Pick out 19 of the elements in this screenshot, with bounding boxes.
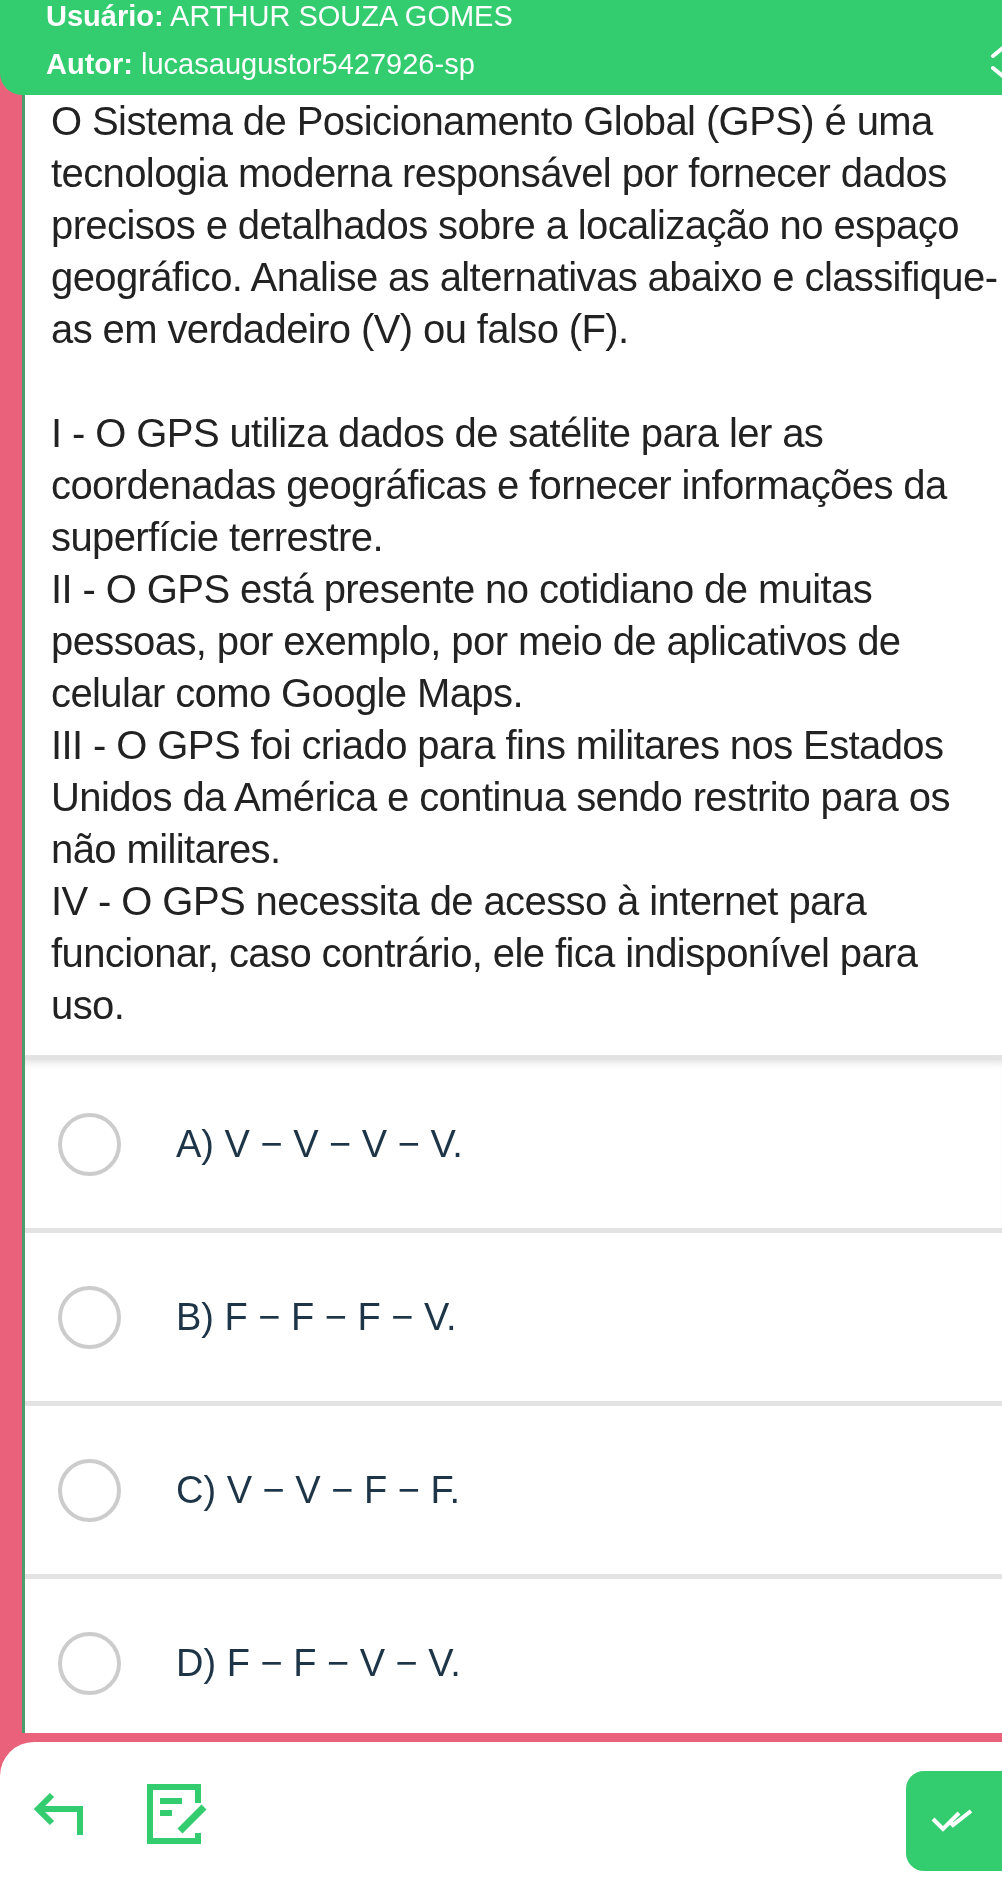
radio-button[interactable] xyxy=(58,1458,121,1522)
radio-button[interactable] xyxy=(58,1285,121,1349)
collapse-icon[interactable] xyxy=(988,44,1002,80)
option-label[interactable]: A) V − V − V − V. xyxy=(176,1115,463,1173)
radio-button[interactable] xyxy=(58,1631,121,1695)
statement-item: IV - O GPS necessita de acesso à internet para funcionar, caso contrário, ele fica indisponível para uso. xyxy=(51,878,919,1029)
user-label: Usuário: xyxy=(46,0,164,32)
statement-item: I - O GPS utiliza dados de satélite para ler as coordenadas geográficas e fornecer informações da superfície terrestre. xyxy=(51,410,949,561)
option-label[interactable]: C) V − V − F − F. xyxy=(176,1461,461,1519)
submit-button[interactable] xyxy=(906,1771,1002,1871)
option-label[interactable]: B) F − F − F − V. xyxy=(176,1288,457,1346)
radio-button[interactable] xyxy=(58,1112,121,1176)
author-label: Autor: xyxy=(46,48,133,80)
statement-item: II - O GPS está presente no cotidiano de muitas pessoas, por exemplo, por meio de aplicativos de celular como Google Maps. xyxy=(51,566,902,717)
user-name: ARTHUR SOUZA GOMES xyxy=(170,0,513,32)
statement-item: III - O GPS foi criado para fins militares nos Estados Unidos da América e continua sendo restrito para os não militares. xyxy=(51,722,951,873)
author-name: lucasaugustor5427926-sp xyxy=(141,48,475,80)
question-text: O Sistema de Posicionamento Global (GPS) é uma tecnologia moderna responsável por fornecer dados precisos e detalhados sobre a localização no espaço geográfico. Analise as alternativas abaixo e classifique-as em verdadeiro (V) ou falso (F). xyxy=(51,98,998,353)
option-label[interactable]: D) F − F − V − V. xyxy=(176,1634,461,1692)
